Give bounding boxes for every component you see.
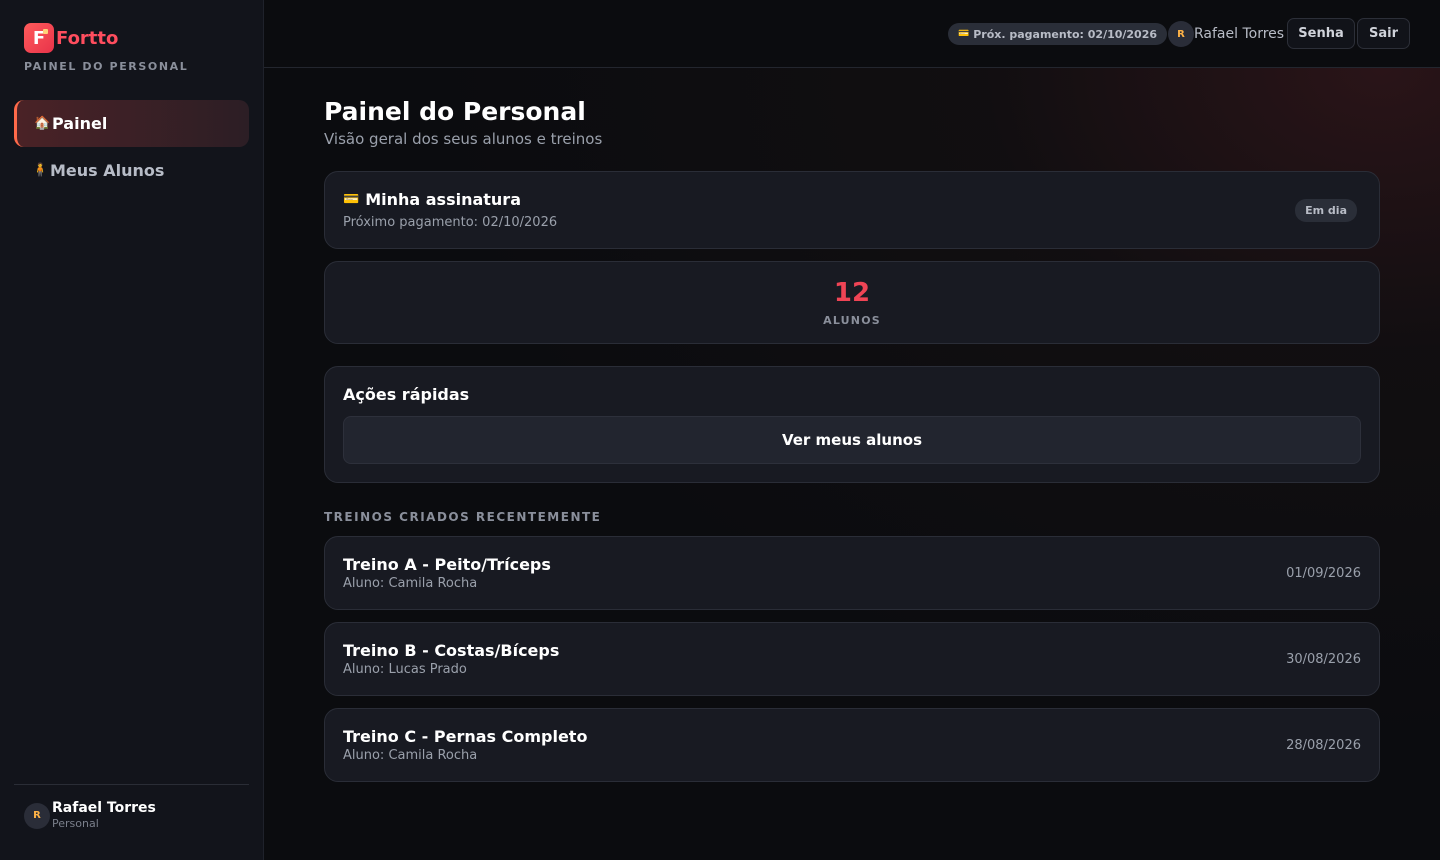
subscription-card: 💳 Minha assinatura Próximo pagamento: 02… — [324, 171, 1380, 249]
brand-name: Fortto — [56, 27, 119, 49]
workout-name: Treino B - Costas/Bíceps — [343, 641, 560, 660]
workout-student: Aluno: Lucas Prado — [343, 662, 467, 677]
workout-date: 01/09/2026 — [1286, 566, 1361, 581]
payment-pill-text: Próx. pagamento: 02/10/2026 — [973, 27, 1158, 41]
home-icon: 🏠 — [34, 116, 51, 131]
students-stat-card: 12 ALUNOS — [324, 261, 1380, 344]
brand-logo-icon: F — [24, 23, 54, 53]
sidebar-user-role: Personal — [52, 817, 99, 830]
topbar: 💳 Próx. pagamento: 02/10/2026 R Rafael T… — [264, 0, 1440, 68]
person-icon: 🧍 — [32, 163, 49, 178]
workout-name: Treino C - Pernas Completo — [343, 727, 588, 746]
avatar: R — [24, 802, 50, 829]
workout-date: 28/08/2026 — [1286, 738, 1361, 753]
sidebar-user-name: Rafael Torres — [52, 800, 156, 816]
list-item[interactable]: Treino C - Pernas Completo Aluno: Camila… — [324, 708, 1380, 782]
list-item[interactable]: Treino B - Costas/Bíceps Aluno: Lucas Pr… — [324, 622, 1380, 696]
sidebar-user-info: Rafael Torres Personal — [52, 800, 156, 831]
sidebar-item-label: Painel — [52, 114, 108, 133]
students-count: 12 — [833, 278, 871, 308]
view-students-button[interactable]: Ver meus alunos — [343, 416, 1361, 464]
sidebar-item-label: Meus Alunos — [50, 161, 165, 180]
divider — [14, 784, 249, 785]
quick-actions-card: Ações rápidas Ver meus alunos — [324, 366, 1380, 483]
workout-student: Aluno: Camila Rocha — [343, 576, 478, 591]
sidebar: F Fortto PAINEL DO PERSONAL 🏠 Painel 🧍 M… — [0, 0, 264, 860]
credit-card-icon: 💳 — [343, 192, 360, 207]
quick-actions-title: Ações rápidas — [343, 385, 470, 404]
recent-workouts-label: TREINOS CRIADOS RECENTEMENTE — [324, 510, 602, 524]
subscription-title: 💳 Minha assinatura — [343, 190, 521, 209]
topbar-user[interactable]: R Rafael Torres — [1168, 21, 1284, 47]
students-label: ALUNOS — [823, 314, 881, 327]
logout-button[interactable]: Sair — [1357, 18, 1410, 49]
brand-subtitle: PAINEL DO PERSONAL — [24, 60, 189, 73]
brand[interactable]: F Fortto — [24, 23, 118, 53]
subscription-title-text: Minha assinatura — [365, 190, 521, 209]
avatar: R — [1168, 21, 1194, 47]
sidebar-item-meus-alunos[interactable]: 🧍 Meus Alunos — [14, 147, 249, 194]
sidebar-item-painel[interactable]: 🏠 Painel — [14, 100, 249, 147]
payment-pill: 💳 Próx. pagamento: 02/10/2026 — [948, 23, 1168, 45]
main-content: 💳 Próx. pagamento: 02/10/2026 R Rafael T… — [264, 0, 1440, 860]
list-item[interactable]: Treino A - Peito/Tríceps Aluno: Camila R… — [324, 536, 1380, 610]
password-button[interactable]: Senha — [1287, 18, 1355, 49]
sidebar-nav: 🏠 Painel 🧍 Meus Alunos — [14, 100, 249, 194]
workout-name: Treino A - Peito/Tríceps — [343, 555, 551, 574]
workout-date: 30/08/2026 — [1286, 652, 1361, 667]
status-badge: Em dia — [1295, 199, 1357, 222]
subscription-next-payment: Próximo pagamento: 02/10/2026 — [343, 215, 558, 230]
page-subtitle: Visão geral dos seus alunos e treinos — [324, 130, 603, 148]
workout-student: Aluno: Camila Rocha — [343, 748, 478, 763]
credit-card-icon: 💳 — [958, 29, 970, 39]
page-title: Painel do Personal — [324, 97, 586, 126]
sidebar-user[interactable]: R Rafael Torres Personal — [24, 800, 156, 831]
topbar-user-name: Rafael Torres — [1194, 26, 1285, 42]
